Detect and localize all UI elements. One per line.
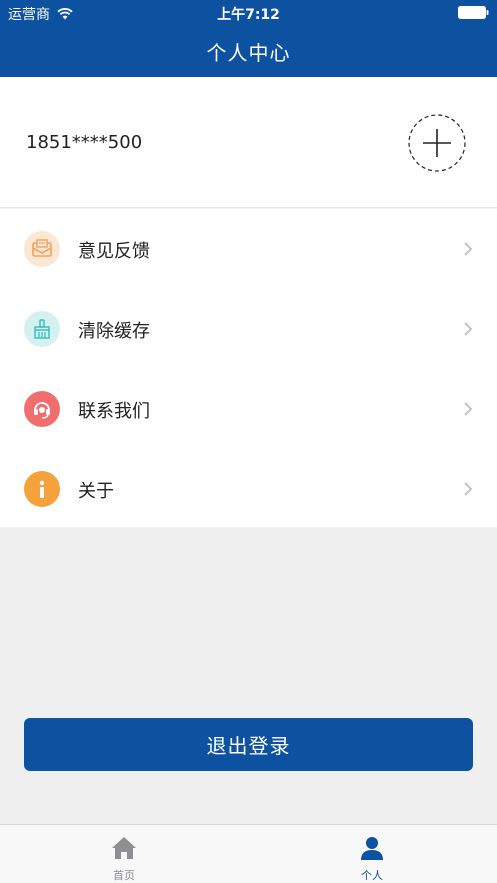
add-avatar-button[interactable] (408, 114, 466, 172)
tab-label: 个人 (361, 869, 383, 882)
chevron-right-icon (464, 482, 473, 496)
tab-profile[interactable]: 个人 (248, 825, 496, 883)
tab-home[interactable]: 首页 (0, 825, 248, 883)
broom-icon (24, 311, 60, 347)
menu-item-label: 清除缓存 (78, 321, 150, 342)
menu-item-about[interactable]: 关于 (0, 449, 497, 529)
profile-section: 1851****500 (0, 77, 497, 208)
tab-bar: 首页 个人 (0, 824, 497, 883)
settings-menu: 意见反馈 清除缓存 联系我们 关于 (0, 209, 497, 527)
status-bar: 运营商 上午7:12 (0, 0, 497, 26)
menu-item-contact-us[interactable]: 联系我们 (0, 369, 497, 449)
page-title: 个人中心 (206, 41, 291, 65)
menu-item-label: 联系我们 (78, 401, 150, 422)
phone-number: 1851****500 (26, 132, 143, 153)
menu-item-feedback[interactable]: 意见反馈 (0, 209, 497, 289)
menu-item-clear-cache[interactable]: 清除缓存 (0, 289, 497, 369)
plus-icon (423, 129, 451, 157)
headset-icon (24, 391, 60, 427)
person-icon (361, 837, 383, 860)
chevron-right-icon (464, 242, 473, 256)
navigation-header: 运营商 上午7:12 个人中心 (0, 0, 497, 77)
home-icon (112, 837, 136, 859)
chevron-right-icon (464, 322, 473, 336)
mail-feedback-icon (24, 231, 60, 267)
battery-icon (458, 6, 489, 19)
chevron-right-icon (464, 402, 473, 416)
menu-item-label: 意见反馈 (78, 241, 150, 262)
menu-item-label: 关于 (78, 481, 114, 502)
info-icon (24, 471, 60, 507)
tab-label: 首页 (113, 869, 135, 882)
status-time: 上午7:12 (217, 7, 280, 23)
logout-button[interactable]: 退出登录 (24, 718, 473, 771)
